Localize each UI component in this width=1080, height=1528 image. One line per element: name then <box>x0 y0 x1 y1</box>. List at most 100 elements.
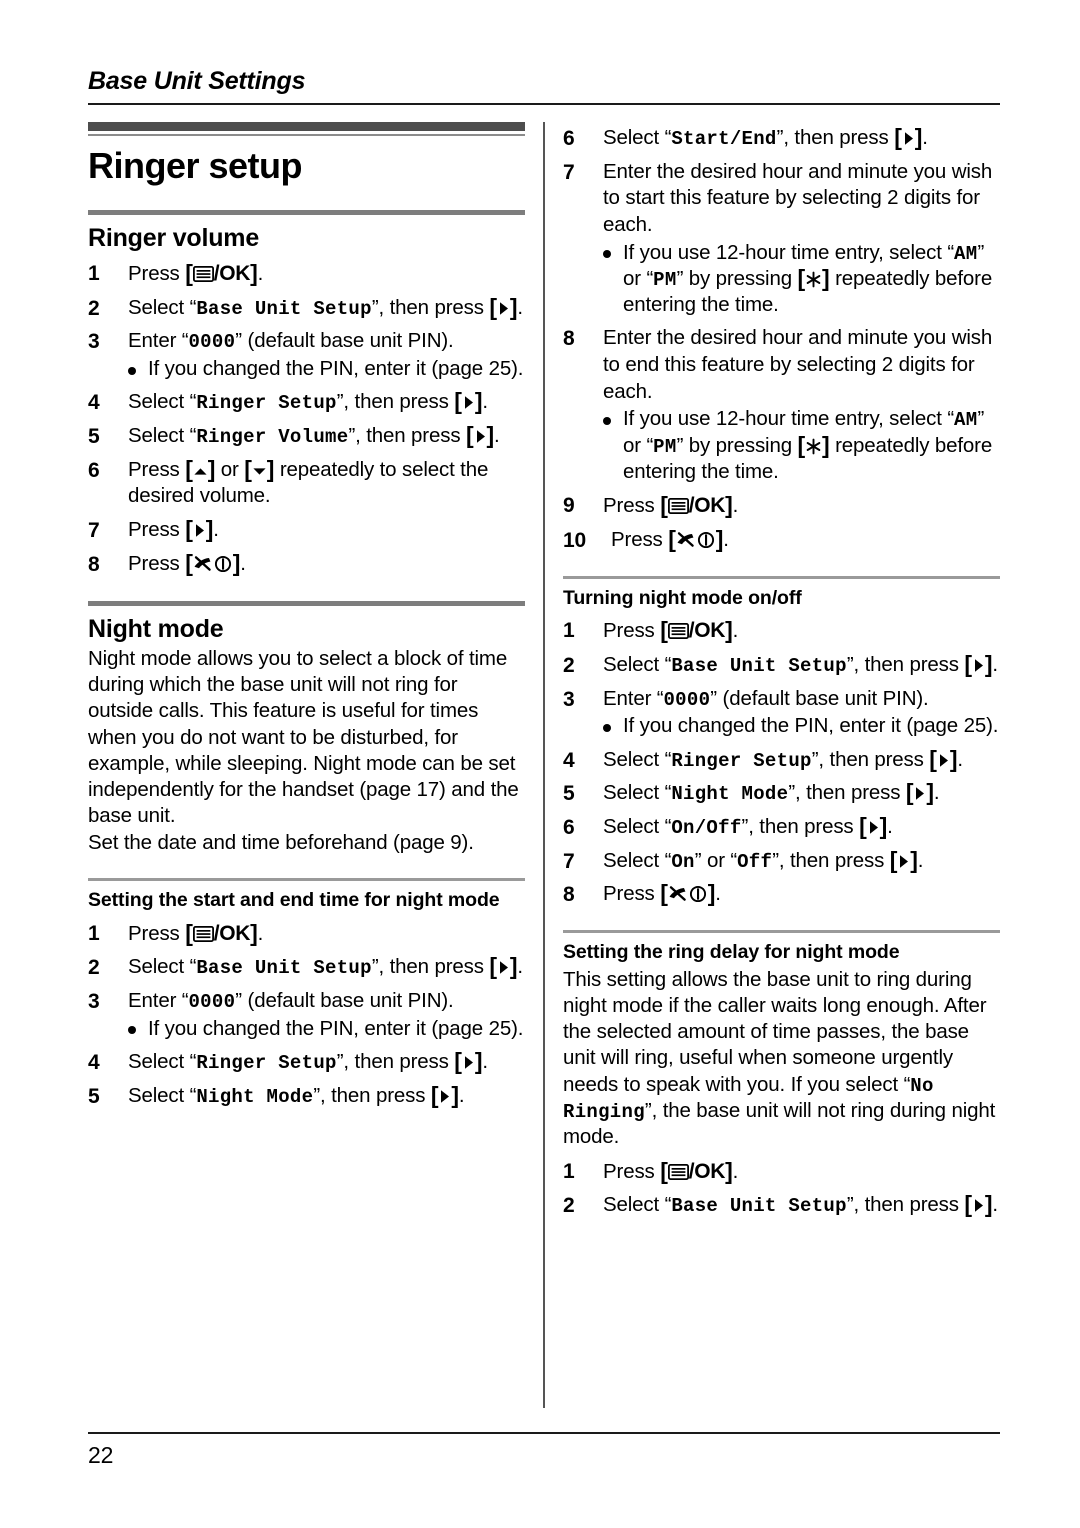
step-number: 6 <box>563 815 575 839</box>
key-reference-menu-ok: [/OK] <box>185 920 258 948</box>
star-key-icon <box>806 271 821 288</box>
night-mode-paragraph-1: Night mode allows you to select a block … <box>88 647 519 828</box>
step-text: Press [] or [] repeatedly to select the … <box>128 455 489 508</box>
step-note-list: If you use 12-hour time entry, select “A… <box>603 240 1000 319</box>
key-bracket-right: ] <box>205 515 214 542</box>
key-bracket-right: ] <box>725 492 733 519</box>
step-text: Select “Start/End”, then press []. <box>603 124 928 152</box>
power-off-key-icon <box>194 555 231 572</box>
section-rule-night-mode <box>88 601 525 607</box>
step-text: Select “Base Unit Setup”, then press []. <box>128 953 523 981</box>
ok-label: /OK <box>688 1159 726 1183</box>
arrow-right-icon <box>441 1089 450 1103</box>
step-number: 8 <box>563 883 575 907</box>
key-reference-right: [] <box>859 814 887 841</box>
key-bracket-left: [ <box>185 260 193 287</box>
arrow-down-icon <box>253 468 266 475</box>
key-reference-right: [] <box>489 954 517 981</box>
step-number: 3 <box>563 687 575 711</box>
step-text: Press [/OK]. <box>603 617 739 645</box>
step-number: 1 <box>563 1159 575 1183</box>
step-item: 6 Select “On/Off”, then press []. <box>563 814 1000 841</box>
step-number: 6 <box>88 458 100 482</box>
step-text: Enter the desired hour and minute you wi… <box>603 326 993 403</box>
bullet-dot-icon <box>603 417 611 426</box>
menu-item-literal: Base Unit Setup <box>196 957 372 980</box>
step-number: 7 <box>563 849 575 873</box>
step-item: 4 Select “Ringer Setup”, then press []. <box>88 1049 525 1076</box>
step-note-item: If you use 12-hour time entry, select “A… <box>603 240 1000 319</box>
menu-item-literal: Off <box>737 850 773 873</box>
ok-label: /OK <box>213 262 251 286</box>
step-number: 2 <box>563 1194 575 1218</box>
step-number: 2 <box>563 653 575 677</box>
key-bracket-right: ] <box>232 549 241 576</box>
step-number: 2 <box>88 296 100 320</box>
chapter-bar-thin <box>88 134 525 136</box>
menu-item-literal: Base Unit Setup <box>671 1195 847 1218</box>
key-bracket-right: ] <box>725 1157 733 1184</box>
step-note-text: If you changed the PIN, enter it (page 2… <box>623 714 999 738</box>
star-key-icon <box>806 438 821 455</box>
bullet-dot-icon <box>128 366 136 375</box>
arrow-right-icon <box>464 396 473 410</box>
key-bracket-left: [ <box>454 1047 462 1074</box>
key-bracket-left: [ <box>185 549 193 576</box>
key-reference-right: [] <box>894 125 922 152</box>
key-bracket-left: [ <box>797 264 806 291</box>
step-text: Select “Night Mode”, then press []. <box>603 779 940 806</box>
key-bracket-right: ] <box>914 124 923 150</box>
key-bracket-left: [ <box>185 455 193 482</box>
menu-item-literal: On <box>671 850 695 873</box>
bullet-dot-icon <box>603 723 611 732</box>
step-item: 7 Enter the desired hour and minute you w… <box>563 159 1000 319</box>
step-item: 6 Select “Start/End”, then press []. <box>563 125 1000 152</box>
step-text: Press []. <box>128 549 246 576</box>
step-text: Enter the desired hour and minute you wi… <box>603 159 993 236</box>
key-bracket-right: ] <box>474 1047 483 1074</box>
step-note-text: If you changed the PIN, enter it (page 2… <box>148 1016 524 1040</box>
key-bracket-left: [ <box>889 846 898 873</box>
key-bracket-right: ] <box>250 260 258 287</box>
night-mode-paragraph-2: Set the date and time beforehand (page 9… <box>88 830 474 854</box>
key-reference-menu-ok: [/OK] <box>660 492 733 520</box>
key-reference-right: [] <box>489 295 517 322</box>
arrow-right-icon <box>464 1056 473 1069</box>
ok-label: /OK <box>213 921 251 945</box>
key-bracket-left: [ <box>660 492 668 519</box>
key-bracket-left: [ <box>797 431 806 458</box>
menu-item-literal: Ringer Volume <box>196 426 349 448</box>
key-bracket-right: ] <box>451 1081 459 1108</box>
step-item: 2 Select “Base Unit Setup”, then press []… <box>563 652 1000 679</box>
step-text: Press [/OK]. <box>128 919 264 948</box>
step-number: 3 <box>88 989 100 1013</box>
key-bracket-left: [ <box>244 455 252 482</box>
menu-item-literal: 0000 <box>663 688 711 711</box>
key-bracket-left: [ <box>454 388 462 415</box>
steps-start-end-part2: 6 Select “Start/End”, then press []. 7 Ente… <box>563 125 1000 554</box>
key-bracket-right: ] <box>207 455 216 482</box>
step-text: Select “Night Mode”, then press []. <box>128 1081 465 1108</box>
menu-item-literal: Night Mode <box>671 783 789 806</box>
step-item: 2 Select “Base Unit Setup”, then press []… <box>88 954 525 981</box>
bullet-dot-icon <box>128 1026 136 1035</box>
arrow-right-icon <box>904 132 913 145</box>
key-reference-right: [] <box>454 1049 482 1076</box>
step-text: Enter “0000” (default base unit PIN). <box>128 329 454 354</box>
key-bracket-left: [ <box>465 422 474 448</box>
menu-item-literal: Start/End <box>671 128 777 150</box>
menu-item-literal: 0000 <box>188 990 236 1013</box>
key-bracket-right: ] <box>984 1191 993 1218</box>
key-reference-up: [] <box>185 457 215 484</box>
key-bracket-right: ] <box>509 953 518 980</box>
key-reference-menu-ok: [/OK] <box>660 617 733 645</box>
step-number: 1 <box>563 619 575 643</box>
step-text: Select “Base Unit Setup”, then press []. <box>603 650 998 677</box>
subsection-heading-on-off: Turning night mode on/off <box>563 586 802 609</box>
arrow-right-icon <box>974 1199 983 1212</box>
key-bracket-left: [ <box>660 617 668 644</box>
step-number: 10 <box>563 528 587 552</box>
step-number: 5 <box>88 425 100 448</box>
key-reference-down: [] <box>244 457 274 484</box>
step-text: Select “Ringer Volume”, then press []. <box>128 422 500 449</box>
